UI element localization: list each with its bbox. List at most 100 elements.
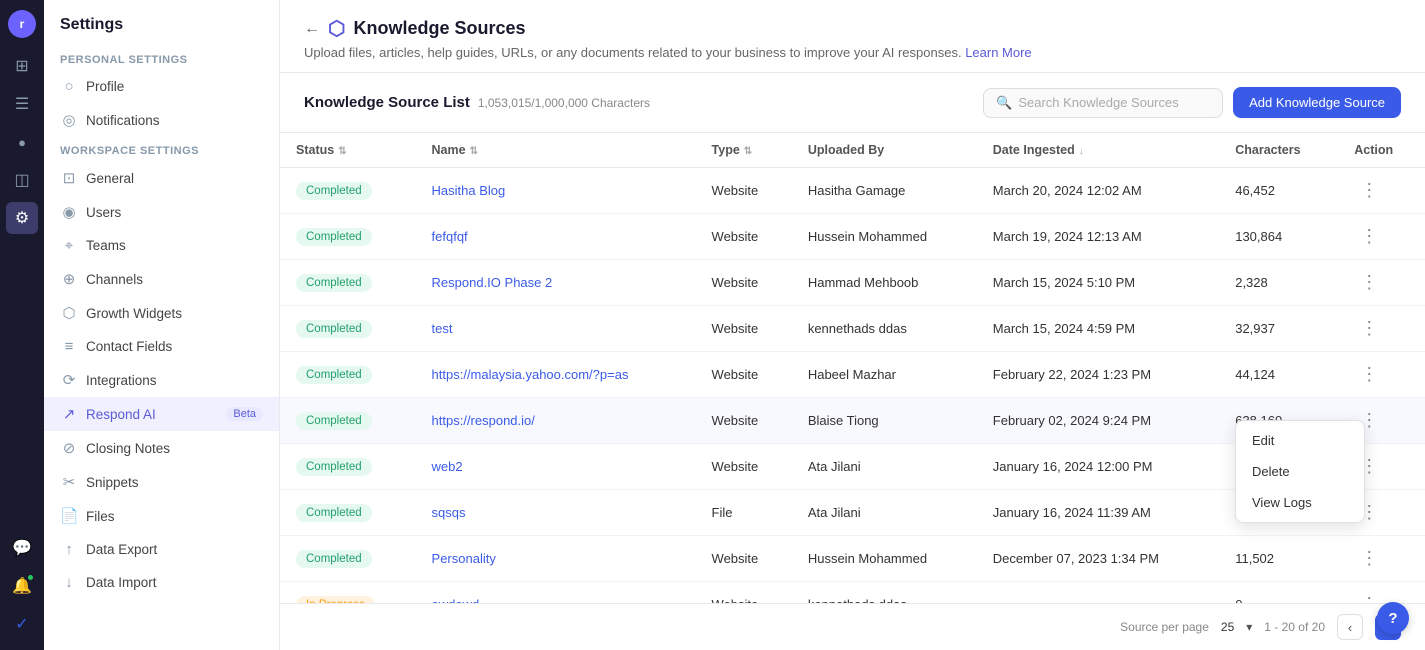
sidebar: Settings Personal Settings ○ Profile ◎ N… xyxy=(44,0,280,650)
integrations-icon: ⟳ xyxy=(60,371,78,389)
cell-status: In Progress xyxy=(280,582,416,604)
col-status: Status⇅ xyxy=(280,133,416,168)
cell-uploaded-by: Ata Jilani xyxy=(792,490,977,536)
col-action: Action xyxy=(1338,133,1425,168)
personal-section-label: Personal Settings xyxy=(44,46,279,70)
sidebar-item-respond-ai[interactable]: ↗ Respond AI Beta xyxy=(44,397,279,431)
knowledge-sources-icon: ⬡ xyxy=(328,16,345,41)
cell-uploaded-by: Hasitha Gamage xyxy=(792,168,977,214)
source-name-link[interactable]: test xyxy=(432,321,453,336)
chevron-down-icon[interactable]: ▾ xyxy=(1246,620,1252,634)
cell-action: ⋮ xyxy=(1338,168,1425,214)
action-menu-button[interactable]: ⋮ xyxy=(1354,546,1384,571)
cell-status: Completed xyxy=(280,444,416,490)
col-uploaded-by: Uploaded By xyxy=(792,133,977,168)
sidebar-item-data-import[interactable]: ↓ Data Import xyxy=(44,566,279,599)
cell-action: ⋮ xyxy=(1338,582,1425,604)
col-name: Name⇅ xyxy=(416,133,696,168)
cell-status: Completed xyxy=(280,352,416,398)
cell-uploaded-by: Ata Jilani xyxy=(792,444,977,490)
cell-name: https://respond.io/ xyxy=(416,398,696,444)
col-characters: Characters xyxy=(1219,133,1338,168)
cell-uploaded-by: kennethads ddas xyxy=(792,582,977,604)
learn-more-link[interactable]: Learn More xyxy=(965,45,1031,60)
knowledge-sources-table: Status⇅ Name⇅ Type⇅ Uploaded By Date Ing… xyxy=(280,133,1425,603)
nav-icon-alerts[interactable]: 🔔 xyxy=(6,570,38,602)
cell-characters: 11,502 xyxy=(1219,536,1338,582)
search-icon: 🔍 xyxy=(996,95,1012,111)
cell-characters: 46,452 xyxy=(1219,168,1338,214)
action-menu-button[interactable]: ⋮ xyxy=(1354,270,1384,295)
context-menu-edit[interactable]: Edit xyxy=(1236,425,1364,456)
avatar[interactable]: r xyxy=(8,10,36,38)
sidebar-item-general[interactable]: ⊡ General xyxy=(44,161,279,195)
nav-icon-messages[interactable]: 💬 xyxy=(6,532,38,564)
sidebar-item-channels[interactable]: ⊕ Channels xyxy=(44,262,279,296)
cell-name: fefqfqf xyxy=(416,214,696,260)
cell-date-ingested: March 15, 2024 5:10 PM xyxy=(977,260,1219,306)
nav-icon-settings[interactable]: ⚙ xyxy=(6,202,38,234)
sidebar-item-users[interactable]: ◉ Users xyxy=(44,195,279,229)
table-row: In Progress awdawd Website kennethads dd… xyxy=(280,582,1425,604)
action-menu-button[interactable]: ⋮ xyxy=(1354,224,1384,249)
sidebar-item-files[interactable]: 📄 Files xyxy=(44,499,279,533)
cell-name: test xyxy=(416,306,696,352)
sidebar-item-growth-widgets[interactable]: ⬡ Growth Widgets xyxy=(44,296,279,330)
cell-uploaded-by: kennethads ddas xyxy=(792,306,977,352)
cell-status: Completed xyxy=(280,536,416,582)
source-name-link[interactable]: Hasitha Blog xyxy=(432,183,506,198)
source-name-link[interactable]: Personality xyxy=(432,551,496,566)
sidebar-item-integrations[interactable]: ⟳ Integrations xyxy=(44,363,279,397)
sidebar-item-teams[interactable]: ⌖ Teams xyxy=(44,229,279,262)
cell-uploaded-by: Habeel Mazhar xyxy=(792,352,977,398)
nav-icon-contacts[interactable]: ● xyxy=(6,126,38,158)
sidebar-item-notifications[interactable]: ◎ Notifications xyxy=(44,103,279,137)
char-count: 1,053,015/1,000,000 Characters xyxy=(478,96,650,110)
nav-icon-inbox[interactable]: ☰ xyxy=(6,88,38,120)
cell-type: Website xyxy=(696,214,792,260)
cell-status: Completed xyxy=(280,490,416,536)
back-button[interactable]: ← xyxy=(304,20,320,38)
sidebar-item-snippets[interactable]: ✂ Snippets xyxy=(44,465,279,499)
cell-characters: 0 xyxy=(1219,582,1338,604)
sidebar-item-closing-notes[interactable]: ⊘ Closing Notes xyxy=(44,431,279,465)
source-name-link[interactable]: Respond.IO Phase 2 xyxy=(432,275,553,290)
source-name-link[interactable]: sqsqs xyxy=(432,505,466,520)
cell-date-ingested: February 02, 2024 9:24 PM xyxy=(977,398,1219,444)
cell-date-ingested: - xyxy=(977,582,1219,604)
context-menu: Edit Delete View Logs xyxy=(1235,420,1365,523)
table-row: Completed Hasitha Blog Website Hasitha G… xyxy=(280,168,1425,214)
cell-name: sqsqs xyxy=(416,490,696,536)
sidebar-item-contact-fields[interactable]: ≡ Contact Fields xyxy=(44,330,279,363)
sidebar-item-data-export[interactable]: ↑ Data Export xyxy=(44,533,279,566)
action-menu-button[interactable]: ⋮ xyxy=(1354,362,1384,387)
status-badge: Completed xyxy=(296,228,372,246)
cell-name: https://malaysia.yahoo.com/?p=as xyxy=(416,352,696,398)
page-header: ← ⬡ Knowledge Sources Upload files, arti… xyxy=(280,0,1425,73)
source-name-link[interactable]: fefqfqf xyxy=(432,229,468,244)
prev-page-button[interactable]: ‹ xyxy=(1337,614,1363,640)
cell-status: Completed xyxy=(280,398,416,444)
context-menu-delete[interactable]: Delete xyxy=(1236,456,1364,487)
nav-icon-reports[interactable]: ◫ xyxy=(6,164,38,196)
cell-date-ingested: January 16, 2024 11:39 AM xyxy=(977,490,1219,536)
icon-bar: r ⊞ ☰ ● ◫ ⚙ 💬 🔔 ✓ xyxy=(0,0,44,650)
teams-icon: ⌖ xyxy=(60,237,78,254)
action-menu-button[interactable]: ⋮ xyxy=(1354,178,1384,203)
source-name-link[interactable]: web2 xyxy=(432,459,463,474)
source-name-link[interactable]: https://malaysia.yahoo.com/?p=as xyxy=(432,367,629,382)
rows-per-page-label: Source per page xyxy=(1120,620,1209,634)
search-box[interactable]: 🔍 Search Knowledge Sources xyxy=(983,88,1223,118)
help-button[interactable]: ? xyxy=(1377,602,1409,634)
nav-icon-dashboard[interactable]: ⊞ xyxy=(6,50,38,82)
action-menu-button[interactable]: ⋮ xyxy=(1354,592,1384,603)
data-export-icon: ↑ xyxy=(60,541,78,558)
add-knowledge-source-button[interactable]: Add Knowledge Source xyxy=(1233,87,1401,118)
cell-type: Website xyxy=(696,536,792,582)
sidebar-item-profile[interactable]: ○ Profile xyxy=(44,70,279,103)
nav-icon-checkmark[interactable]: ✓ xyxy=(6,608,38,640)
context-menu-view-logs[interactable]: View Logs xyxy=(1236,487,1364,518)
source-name-link[interactable]: https://respond.io/ xyxy=(432,413,535,428)
cell-name: web2 xyxy=(416,444,696,490)
action-menu-button[interactable]: ⋮ xyxy=(1354,316,1384,341)
